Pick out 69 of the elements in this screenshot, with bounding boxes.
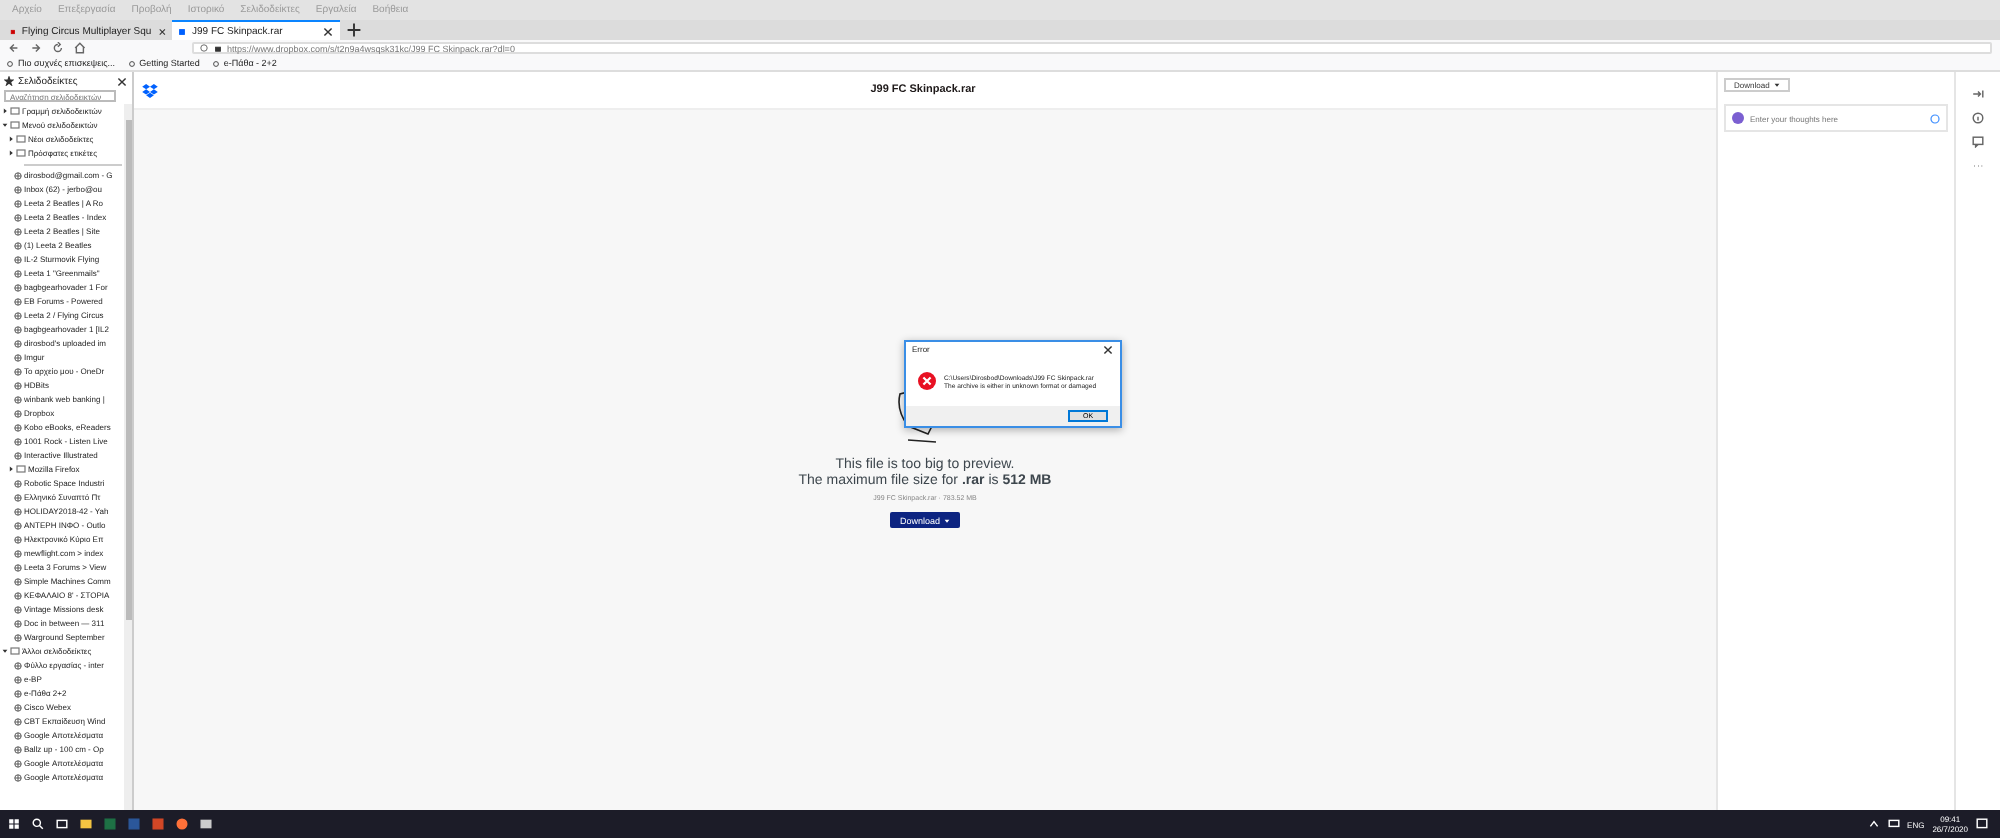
chevron-icon[interactable] — [1867, 818, 1880, 830]
close-icon[interactable] — [157, 25, 166, 37]
globe-icon — [14, 563, 22, 571]
globe-icon — [14, 325, 22, 333]
globe-icon — [14, 703, 22, 711]
new-tab-icon[interactable] — [346, 22, 362, 38]
caret-icon — [1773, 82, 1780, 88]
globe-icon — [14, 619, 22, 627]
globe-icon — [14, 773, 22, 781]
avatar — [1732, 112, 1744, 124]
globe-icon — [14, 185, 22, 193]
close-icon[interactable] — [1102, 343, 1114, 355]
globe-icon — [14, 479, 22, 487]
folder-icon — [16, 464, 26, 474]
comment-icon[interactable] — [1972, 136, 1984, 148]
globe-icon — [14, 311, 22, 319]
globe-icon — [14, 213, 22, 221]
search-icon[interactable] — [32, 818, 44, 830]
globe-icon — [14, 675, 22, 683]
favicon-icon — [178, 27, 186, 35]
folder-icon — [10, 646, 20, 656]
globe-icon — [14, 395, 22, 403]
globe-icon — [14, 283, 22, 291]
globe-icon — [14, 535, 22, 543]
globe-icon — [14, 171, 22, 179]
task-view-icon[interactable] — [56, 818, 68, 830]
globe-icon — [14, 367, 22, 375]
globe-icon — [14, 689, 22, 697]
globe-icon — [14, 661, 22, 669]
globe-icon — [14, 381, 22, 389]
globe-icon — [14, 269, 22, 277]
globe-icon — [14, 493, 22, 501]
favicon-icon — [10, 27, 16, 35]
globe-icon — [14, 451, 22, 459]
collapse-icon[interactable] — [1972, 88, 1984, 100]
globe-icon — [14, 521, 22, 529]
back-icon[interactable] — [8, 42, 20, 54]
globe-icon — [14, 717, 22, 725]
globe-icon — [14, 437, 22, 445]
home-icon[interactable] — [73, 42, 85, 54]
globe-icon — [14, 339, 22, 347]
close-icon[interactable] — [322, 25, 334, 37]
globe-icon — [14, 297, 22, 305]
reload-icon[interactable] — [51, 42, 64, 54]
forward-icon[interactable] — [29, 42, 42, 54]
globe-icon — [14, 353, 22, 361]
globe-icon — [14, 577, 22, 585]
dropbox-logo[interactable] — [142, 83, 158, 97]
lock-icon — [213, 44, 221, 52]
close-icon[interactable] — [116, 75, 128, 87]
globe-icon — [14, 745, 22, 753]
globe-icon — [14, 255, 22, 263]
globe-icon — [14, 633, 22, 641]
globe-icon — [14, 605, 22, 613]
globe-icon — [14, 591, 22, 599]
globe-icon — [14, 409, 22, 417]
globe-icon — [14, 759, 22, 767]
star-icon — [4, 76, 14, 86]
globe-icon — [14, 241, 22, 249]
windows-icon[interactable] — [8, 818, 20, 830]
caret-icon — [944, 517, 950, 523]
globe-icon — [14, 731, 22, 739]
error-icon — [918, 372, 936, 390]
globe-icon — [14, 423, 22, 431]
globe-icon — [14, 227, 22, 235]
globe-icon — [14, 549, 22, 557]
globe-icon — [14, 507, 22, 515]
folder-icon[interactable] — [80, 818, 92, 830]
globe-icon — [14, 199, 22, 207]
